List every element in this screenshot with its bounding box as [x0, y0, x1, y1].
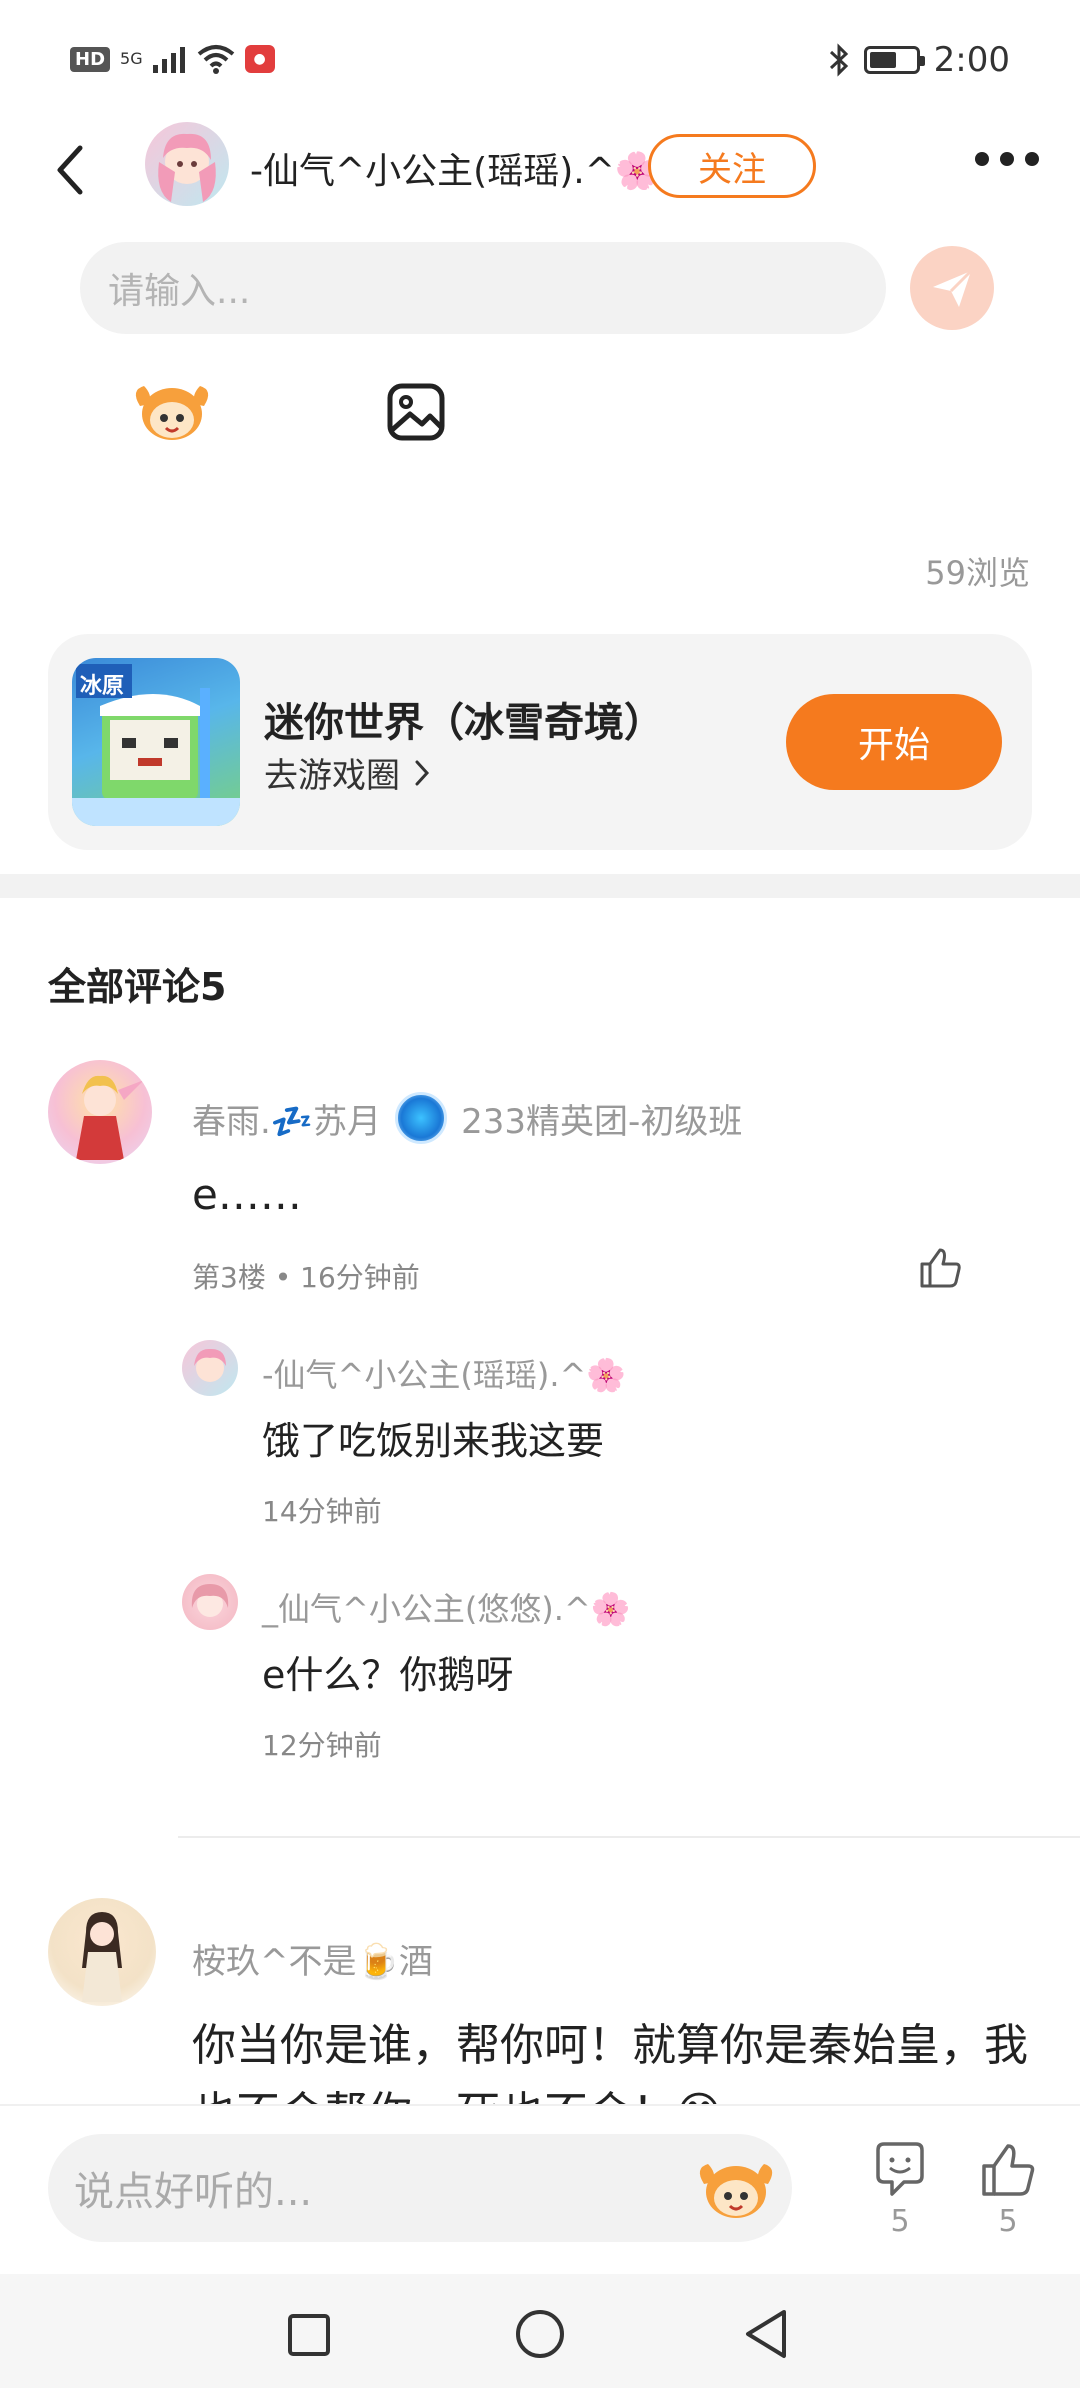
comment-count-group[interactable]: 5	[870, 2140, 930, 2239]
more-dot	[975, 152, 989, 166]
reply-text: 饿了吃饭别来我这要	[262, 1419, 605, 1463]
app-notification-icon: ●	[244, 45, 275, 73]
emoji-mascot-icon[interactable]	[694, 2154, 778, 2224]
reply-time: 12分钟前	[262, 1729, 382, 1762]
status-left: HD 5G ●	[70, 44, 275, 74]
like-count-group[interactable]: 5	[978, 2140, 1038, 2239]
status-right: 2:00	[828, 40, 1010, 80]
more-options-icon[interactable]	[975, 152, 1039, 166]
comment-text: 你当你是谁，帮你呵！就算你是秦始皇，我也不会帮你，死也不会！😊	[192, 2020, 1028, 2104]
comment-text: e……	[192, 1170, 302, 1219]
reply-avatar[interactable]	[182, 1340, 238, 1396]
more-dot	[1025, 152, 1039, 166]
game-circle-link[interactable]: 去游戏圈	[264, 748, 432, 797]
comments-heading: 全部评论5	[48, 965, 227, 1009]
game-circle-label: 去游戏圈	[264, 756, 400, 796]
hd-indicator: HD	[70, 46, 111, 72]
thumbs-up-icon	[982, 2144, 1035, 2196]
status-bar: HD 5G ● 2:00	[0, 0, 1080, 120]
comment-meta: 第3楼 • 16分钟前	[192, 1261, 420, 1294]
image-icon[interactable]	[384, 380, 448, 444]
send-icon[interactable]	[910, 246, 994, 330]
home-circle-icon[interactable]	[514, 2308, 566, 2360]
reply-author[interactable]: _仙气^小公主(悠悠).^🌸	[262, 1584, 631, 1630]
commenter-name-row: 春雨.💤苏月 233精英团-初级班	[192, 1092, 742, 1144]
commenter-avatar-art	[76, 1075, 144, 1160]
follow-button[interactable]: 关注	[648, 134, 816, 198]
commenter-avatar-art	[82, 1912, 122, 2002]
back-arrow-icon[interactable]	[50, 140, 90, 200]
game-icon[interactable]: 冰原	[72, 658, 240, 826]
reply-text: e什么？你鹅呀	[262, 1653, 514, 1697]
commenter-name[interactable]: 桉玖^不是🍺酒	[192, 1934, 433, 1983]
recents-square-icon[interactable]	[286, 2312, 332, 2358]
chevron-right-icon	[415, 760, 430, 785]
reply-avatar[interactable]	[182, 1574, 238, 1630]
member-badge-icon	[395, 1092, 448, 1144]
author-avatar[interactable]	[145, 122, 229, 206]
back-triangle-icon[interactable]	[742, 2308, 790, 2360]
comment-count: 5	[890, 2204, 910, 2239]
wifi-icon	[197, 45, 234, 74]
bluetooth-icon	[829, 43, 848, 77]
start-game-button[interactable]: 开始	[786, 694, 1002, 790]
reply-input[interactable]: 请输入...	[80, 242, 886, 334]
reply-time: 14分钟前	[262, 1495, 382, 1528]
emoji-mascot-icon[interactable]	[130, 376, 214, 446]
commenter-name[interactable]: 春雨.💤苏月	[192, 1094, 381, 1143]
author-avatar-art	[158, 133, 216, 202]
system-nav-bar	[0, 2274, 1080, 2388]
reply-avatar-art	[194, 1348, 226, 1382]
paper-plane-icon	[933, 269, 973, 307]
reply-avatar-art	[191, 1584, 229, 1617]
battery-fill	[869, 52, 897, 68]
commenter-avatar[interactable]	[48, 1060, 152, 1164]
game-icon-tag: 冰原	[80, 674, 125, 699]
game-title: 迷你世界（冰雪奇境）	[264, 700, 664, 746]
reply-author[interactable]: -仙气^小公主(瑶瑶).^🌸	[262, 1350, 626, 1396]
author-name: -仙气^小公主(瑶瑶).^🌸	[250, 151, 660, 192]
member-badge-label: 233精英团-初级班	[461, 1101, 743, 1142]
comment-divider	[178, 1836, 1080, 1838]
view-count: 59浏览	[925, 554, 1030, 592]
battery-icon	[863, 46, 925, 74]
signal-icon	[152, 47, 185, 73]
more-dot	[1000, 152, 1014, 166]
commenter-avatar[interactable]	[48, 1898, 156, 2006]
clock: 2:00	[933, 40, 1010, 80]
section-divider	[0, 874, 1080, 898]
comment-bubble-icon	[876, 2142, 924, 2196]
like-count: 5	[998, 2204, 1018, 2239]
thumbs-up-icon[interactable]	[916, 1244, 964, 1292]
comment-input[interactable]: 说点好听的...	[48, 2134, 792, 2242]
network-label: 5G	[120, 49, 143, 68]
